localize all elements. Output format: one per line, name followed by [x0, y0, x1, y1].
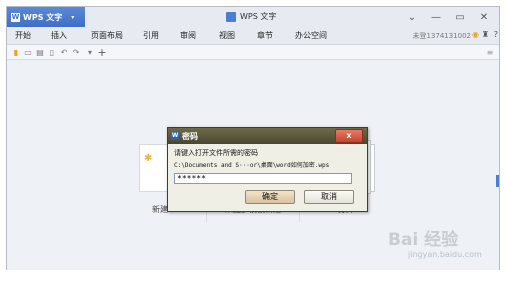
close-button[interactable]: ✕: [473, 9, 495, 25]
new-tab-icon[interactable]: +: [97, 46, 107, 59]
app-menu-label: WPS 文字: [23, 12, 63, 22]
skin-icon[interactable]: ◉: [472, 30, 479, 39]
app-menu-button[interactable]: W WPS 文字 ▾: [7, 7, 85, 27]
collapse-ribbon-icon[interactable]: ⌄: [401, 9, 423, 25]
file-path: C:\Documents and S···or\桌面\word如何加密.wps: [174, 162, 330, 169]
save-icon[interactable]: ▭: [23, 47, 33, 57]
redo-icon[interactable]: ↷: [71, 47, 81, 57]
customize-toolbar-icon[interactable]: ▾: [85, 47, 95, 57]
menu-insert[interactable]: 插入: [51, 30, 67, 41]
ok-button[interactable]: 确定: [245, 190, 295, 204]
quick-access-toolbar: ▮ ▭ ▤ ▯ ↶ ↷ ▾ + ≡: [7, 45, 499, 60]
new-label[interactable]: 新建: [152, 204, 168, 215]
account-label[interactable]: 未登1374131002: [412, 31, 471, 41]
password-prompt: 请键入打开文件所需的密码: [174, 149, 258, 157]
cancel-button[interactable]: 取消: [304, 190, 354, 204]
side-panel-handle[interactable]: [496, 175, 499, 187]
menu-home[interactable]: 开始: [15, 30, 31, 41]
menu-review[interactable]: 审阅: [180, 30, 196, 41]
window-title: WPS 文字: [226, 11, 276, 22]
baidu-watermark: Bai 经验: [388, 230, 459, 250]
menu-office-space[interactable]: 办公空间: [295, 30, 327, 41]
menu-view[interactable]: 视图: [219, 30, 235, 41]
undo-icon[interactable]: ↶: [59, 47, 69, 57]
menu-chapter[interactable]: 章节: [257, 30, 273, 41]
password-dialog: W 密码 x 请键入打开文件所需的密码 C:\Documents and S··…: [167, 127, 368, 212]
maximize-button[interactable]: ▭: [449, 9, 471, 25]
dialog-title-bar: W 密码 x: [168, 128, 367, 144]
print-icon[interactable]: ▤: [35, 47, 45, 57]
chevron-down-icon: ▾: [71, 13, 75, 21]
menu-page-layout[interactable]: 页面布局: [91, 30, 123, 41]
password-input[interactable]: ******: [174, 173, 352, 184]
wps-logo-icon: W: [171, 132, 179, 140]
dialog-close-button[interactable]: x: [335, 129, 363, 143]
title-bar: W WPS 文字 ▾ WPS 文字 ⌄ — ▭ ✕: [7, 7, 499, 27]
document-icon: [226, 11, 236, 22]
menu-bar: 开始 插入 页面布局 引用 审阅 视图 章节 办公空间 未登1374131002…: [7, 27, 499, 45]
open-folder-icon[interactable]: ▮: [11, 47, 21, 57]
wps-logo-icon: W: [11, 12, 20, 22]
window-title-text: WPS 文字: [240, 12, 277, 21]
shirt-icon[interactable]: ♜: [482, 30, 489, 39]
baidu-watermark-url: jingyan.baidu.com: [408, 250, 482, 259]
menu-references[interactable]: 引用: [143, 30, 159, 41]
help-icon[interactable]: ?: [494, 30, 498, 39]
minimize-button[interactable]: —: [425, 9, 447, 25]
window-controls: ⌄ — ▭ ✕: [401, 9, 495, 25]
print-preview-icon[interactable]: ▯: [47, 47, 57, 57]
sparkle-icon: ✱: [144, 153, 153, 164]
dialog-title: 密码: [182, 131, 198, 141]
options-icon[interactable]: ≡: [485, 47, 495, 57]
